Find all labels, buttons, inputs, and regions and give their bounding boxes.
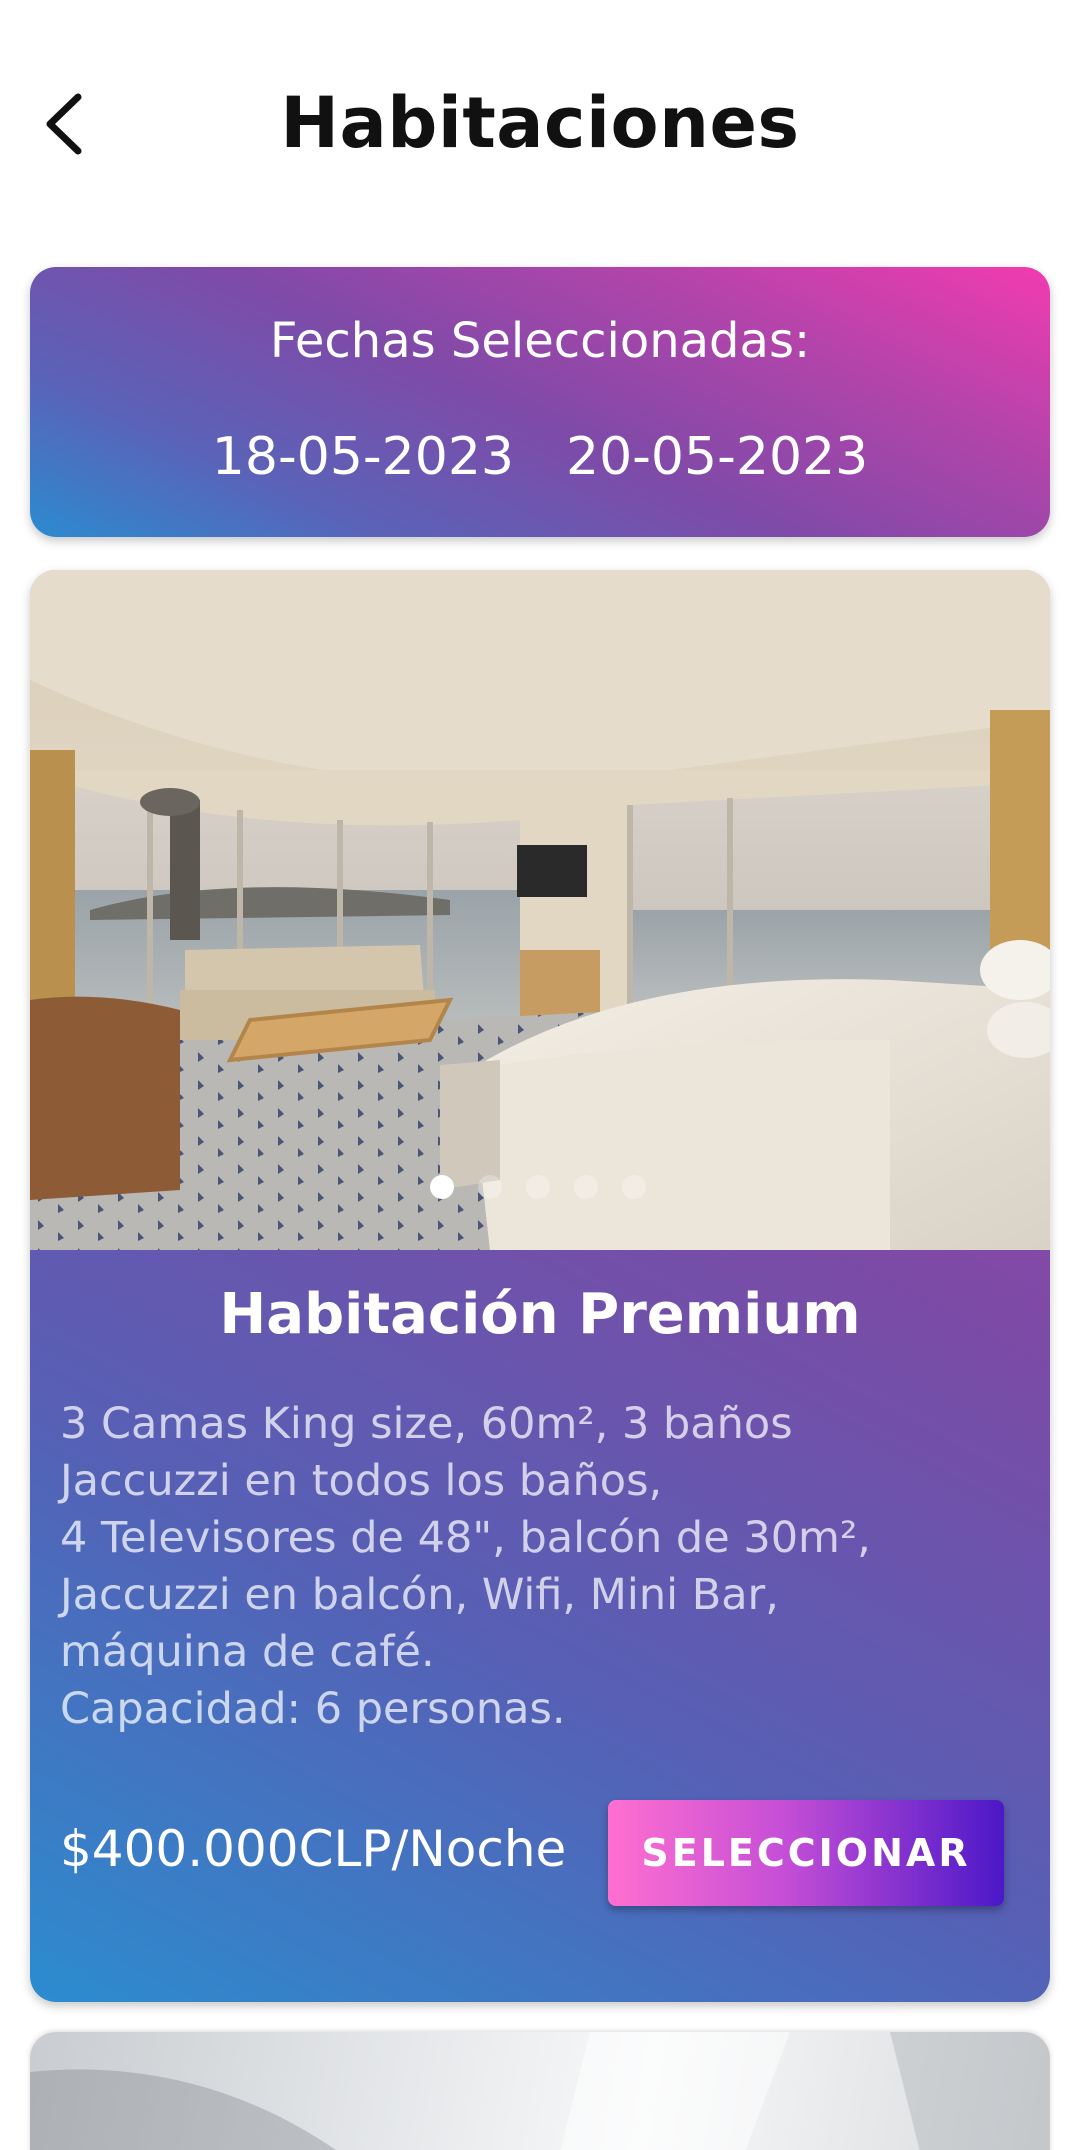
room-photo-carousel[interactable] [30,570,1050,1250]
room-description-line: Jaccuzzi en balcón, Wifi, Mini Bar, [60,1570,779,1620]
select-room-button[interactable]: SELECCIONAR [608,1800,1004,1906]
room-description-line: 4 Televisores de 48", balcón de 30m², [60,1513,871,1563]
room-description-line: Capacidad: 6 personas. [60,1684,566,1734]
selected-dates-label: Fechas Seleccionadas: [269,313,811,369]
room-card: Habitación Premium 3 Camas King size, 60… [30,570,1050,2002]
room-description: 3 Camas King size, 60m², 3 baños Jaccuzz… [60,1396,1020,1738]
carousel-dot[interactable] [622,1175,646,1199]
selected-dates-row: 18-05-2023 20-05-2023 [30,427,1050,487]
check-in-date: 18-05-2023 [211,427,514,487]
carousel-indicator [30,1175,1048,1199]
carousel-dot[interactable] [478,1175,502,1199]
room-photo [30,2032,1050,2150]
carousel-dot[interactable] [430,1175,454,1199]
check-out-date: 20-05-2023 [566,427,869,487]
room-description-line: Jaccuzzi en todos los baños, [60,1456,663,1506]
carousel-dot[interactable] [574,1175,598,1199]
room-photo [30,570,1050,1250]
next-room-card[interactable] [30,2032,1050,2150]
selected-dates-card: Fechas Seleccionadas: 18-05-2023 20-05-2… [30,267,1050,537]
carousel-dot[interactable] [526,1175,550,1199]
room-name: Habitación Premium [219,1282,861,1347]
room-description-line: 3 Camas King size, 60m², 3 baños [60,1399,793,1449]
room-price: $400.000CLP/Noche [60,1820,567,1878]
page-title: Habitaciones [280,82,800,164]
app-header: Habitaciones [0,0,1080,250]
room-description-line: máquina de café. [60,1627,435,1677]
